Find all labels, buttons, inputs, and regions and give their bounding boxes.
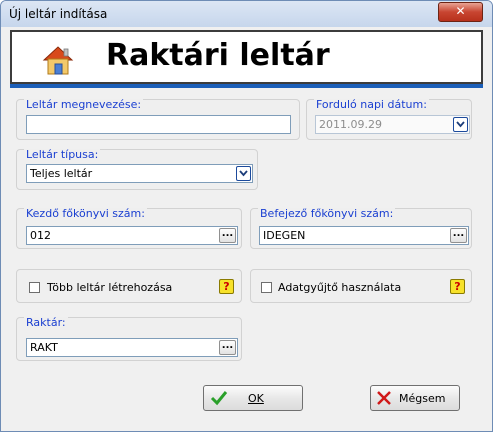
date-dropdown-button[interactable] bbox=[453, 117, 468, 132]
warehouse-group: Raktár: RAKT ... bbox=[16, 317, 242, 361]
chevron-down-icon bbox=[456, 121, 465, 128]
warehouse-input[interactable]: RAKT ... bbox=[26, 338, 238, 357]
name-group: Leltár megnevezése: bbox=[16, 99, 300, 140]
type-select[interactable]: Teljes leltár bbox=[26, 164, 253, 183]
dialog-window: Új leltár indítása ✕ Raktári leltár Lelt… bbox=[0, 0, 493, 432]
date-value: 2011.09.29 bbox=[319, 118, 382, 131]
date-picker[interactable]: 2011.09.29 bbox=[315, 115, 470, 134]
cancel-button[interactable]: Mégsem bbox=[370, 385, 460, 411]
type-label: Leltár típusa: bbox=[24, 148, 101, 161]
ok-label: OK bbox=[248, 392, 264, 405]
ledger-start-input[interactable]: 012 ... bbox=[26, 226, 238, 245]
date-label: Forduló napi dátum: bbox=[314, 98, 429, 111]
warehouse-value: RAKT bbox=[30, 341, 58, 354]
date-group: Forduló napi dátum: 2011.09.29 bbox=[306, 99, 472, 140]
multi-inventory-help-icon[interactable]: ? bbox=[219, 279, 234, 294]
ledger-end-label: Befejező főkönyvi szám: bbox=[258, 207, 396, 220]
ok-button[interactable]: OK bbox=[203, 385, 303, 411]
dialog-body: Raktári leltár Leltár megnevezése: Fordu… bbox=[8, 28, 485, 426]
ledger-end-input[interactable]: IDEGEN ... bbox=[259, 226, 469, 245]
checkmark-icon bbox=[210, 391, 228, 406]
multi-inventory-checkbox[interactable] bbox=[29, 282, 40, 293]
ledger-start-group: Kezdő főkönyvi szám: 012 ... bbox=[16, 208, 242, 249]
data-collector-label[interactable]: Adatgyűjtő használata bbox=[278, 281, 401, 294]
name-label: Leltár megnevezése: bbox=[24, 98, 144, 111]
home-icon bbox=[42, 46, 74, 75]
type-group: Leltár típusa: Teljes leltár bbox=[16, 149, 258, 190]
close-icon: ✕ bbox=[455, 4, 466, 18]
page-title: Raktári leltár bbox=[106, 38, 330, 73]
cancel-label: Mégsem bbox=[399, 392, 446, 405]
title-bar[interactable]: Új leltár indítása ✕ bbox=[1, 1, 492, 27]
name-input[interactable] bbox=[26, 115, 291, 134]
ledger-start-browse-button[interactable]: ... bbox=[219, 228, 236, 243]
warehouse-label: Raktár: bbox=[24, 316, 68, 329]
ledger-end-value: IDEGEN bbox=[263, 229, 306, 242]
type-value: Teljes leltár bbox=[30, 167, 93, 180]
chevron-down-icon bbox=[239, 170, 248, 177]
multi-inventory-group: Több leltár létrehozása ? bbox=[16, 269, 242, 303]
multi-inventory-label[interactable]: Több leltár létrehozása bbox=[47, 281, 172, 294]
ledger-start-label: Kezdő főkönyvi szám: bbox=[24, 207, 147, 220]
data-collector-help-icon[interactable]: ? bbox=[450, 279, 465, 294]
data-collector-group: Adatgyűjtő használata ? bbox=[250, 269, 472, 303]
window-title: Új leltár indítása bbox=[9, 7, 108, 21]
warehouse-browse-button[interactable]: ... bbox=[219, 340, 236, 355]
header-panel: Raktári leltár bbox=[10, 30, 483, 84]
close-button[interactable]: ✕ bbox=[438, 2, 483, 22]
header-accent-bar bbox=[10, 84, 483, 88]
ledger-end-browse-button[interactable]: ... bbox=[450, 228, 467, 243]
ledger-end-group: Befejező főkönyvi szám: IDEGEN ... bbox=[250, 208, 472, 249]
cancel-x-icon bbox=[377, 391, 391, 405]
data-collector-checkbox[interactable] bbox=[261, 282, 272, 293]
type-dropdown-button[interactable] bbox=[236, 166, 251, 181]
ledger-start-value: 012 bbox=[30, 229, 51, 242]
